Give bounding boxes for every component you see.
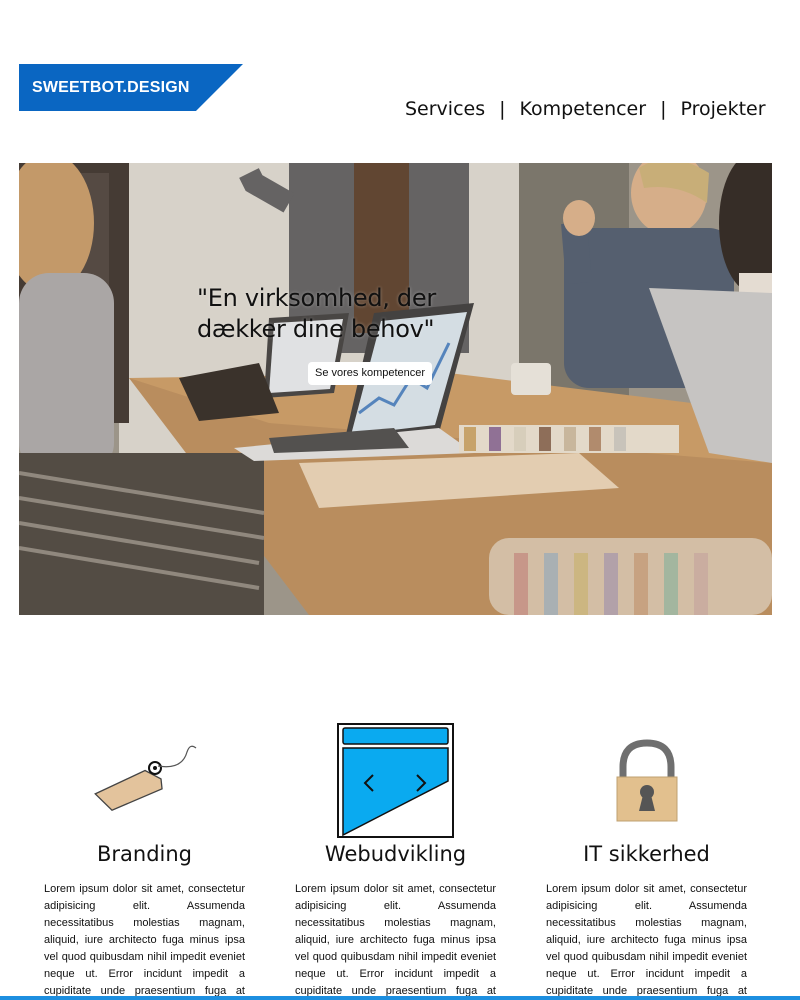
- feature-text: Lorem ipsum dolor sit amet, consectetur …: [546, 883, 747, 997]
- feature-title: IT sikkerhed: [583, 842, 710, 866]
- bottom-accent-bar: [0, 996, 800, 1000]
- feature-text: Lorem ipsum dolor sit amet, consectetur …: [44, 883, 245, 997]
- feature-title: Branding: [96, 842, 193, 866]
- feature-title: Webudvikling: [324, 842, 467, 866]
- browser-window-icon: [337, 723, 455, 844]
- features-section: Branding Lorem ipsum dolor sit amet, con…: [0, 700, 800, 1000]
- nav-link-kompetencer[interactable]: Kompetencer: [520, 98, 647, 120]
- nav-separator: |: [499, 98, 506, 120]
- hero-banner: "En virksomhed, der dækker dine behov" S…: [19, 163, 772, 615]
- hero-quote: "En virksomhed, der dækker dine behov": [197, 284, 436, 343]
- nav-separator: |: [660, 98, 667, 120]
- hero-photo: [19, 163, 772, 615]
- main-nav: Services | Kompetencer | Projekter: [405, 96, 766, 122]
- logo-text: SWEETBOT.DESIGN: [32, 78, 190, 96]
- padlock-icon: [615, 739, 679, 828]
- see-competences-button[interactable]: Se vores kompetencer: [308, 362, 433, 385]
- site-logo[interactable]: SWEETBOT.DESIGN: [19, 64, 243, 111]
- feature-text: Lorem ipsum dolor sit amet, consectetur …: [295, 883, 496, 997]
- nav-link-services[interactable]: Services: [405, 98, 485, 120]
- price-tag-icon: [92, 740, 202, 820]
- nav-link-projekter[interactable]: Projekter: [680, 98, 765, 120]
